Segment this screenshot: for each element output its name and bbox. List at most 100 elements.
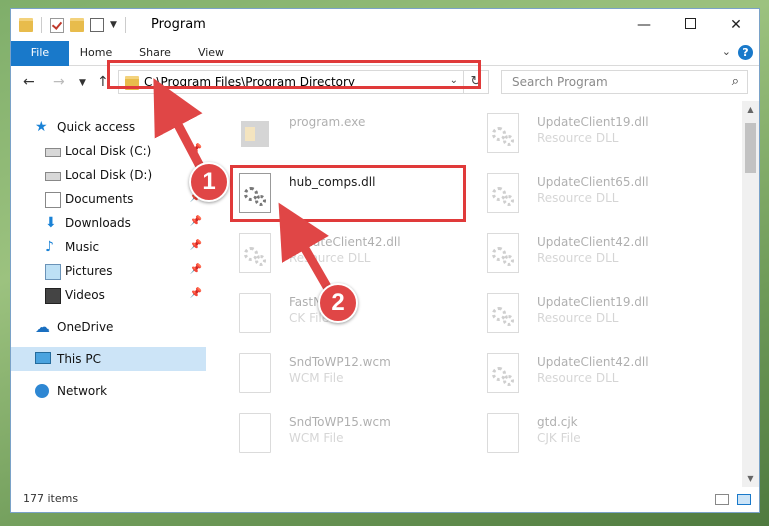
dll-icon — [487, 173, 519, 213]
file-type: Resource DLL — [289, 251, 371, 265]
maximize-icon — [684, 18, 696, 29]
toolbar-divider — [124, 17, 126, 33]
sidebar-item-label: Videos — [65, 288, 105, 302]
dll-icon — [239, 233, 271, 273]
sidebar-item-onedrive[interactable]: ☁ OneDrive — [11, 315, 206, 339]
address-bar-highlight — [107, 60, 481, 89]
videos-icon — [45, 288, 61, 304]
search-input[interactable]: Search Program ⌕ — [501, 70, 748, 94]
sidebar-item-label: Local Disk (D:) — [65, 168, 153, 182]
file-type: Resource DLL — [537, 131, 619, 145]
maximize-button[interactable] — [667, 9, 713, 41]
sidebar-item-label: Music — [65, 240, 100, 254]
scroll-down-icon[interactable]: ▼ — [742, 470, 759, 487]
file-name: program.exe — [289, 115, 366, 129]
sidebar-item-pictures[interactable]: Pictures 📌 — [11, 259, 206, 283]
file-icon — [239, 293, 271, 333]
file-type: WCM File — [289, 431, 344, 445]
network-icon — [35, 384, 49, 398]
file-item[interactable]: UpdateClient19.dll Resource DLL — [467, 109, 707, 165]
file-item[interactable]: SndToWP12.wcm WCM File — [219, 349, 459, 405]
toolbar-divider — [41, 17, 42, 33]
expand-ribbon-icon[interactable]: ⌄ — [722, 45, 731, 58]
file-list: program.exe UpdateClient19.dll Resource … — [219, 101, 739, 486]
item-count: 177 items — [23, 492, 79, 505]
drive-icon — [45, 148, 61, 157]
dll-icon — [487, 293, 519, 333]
file-item[interactable]: SndToWP15.wcm WCM File — [219, 409, 459, 465]
properties-check-icon[interactable] — [50, 17, 64, 33]
file-item[interactable]: UpdateClient42.dll Resource DLL — [467, 349, 707, 405]
sidebar-item-label: This PC — [57, 352, 101, 366]
file-item[interactable]: UpdateClient19.dll Resource DLL — [467, 289, 707, 345]
new-folder-icon[interactable] — [70, 18, 84, 32]
file-type: Resource DLL — [537, 311, 619, 325]
file-name: SndToWP12.wcm — [289, 355, 391, 369]
sidebar-item-documents[interactable]: Documents 📌 — [11, 187, 206, 211]
help-icon[interactable]: ? — [738, 45, 753, 60]
sidebar-item-this-pc[interactable]: This PC — [11, 347, 206, 371]
search-icon[interactable]: ⌕ — [732, 74, 739, 89]
music-icon: ♪ — [45, 239, 54, 255]
file-name: UpdateClient19.dll — [537, 295, 649, 309]
file-type: Resource DLL — [537, 251, 619, 265]
step-1-badge: 1 — [189, 162, 229, 202]
pin-icon[interactable]: 📌 — [190, 144, 202, 155]
close-button[interactable]: ✕ — [713, 9, 759, 41]
dll-icon — [487, 353, 519, 393]
file-item[interactable]: UpdateClient42.dll Resource DLL — [219, 229, 459, 285]
sidebar-item-videos[interactable]: Videos 📌 — [11, 283, 206, 307]
pin-icon[interactable]: 📌 — [190, 288, 202, 299]
file-name: gtd.cjk — [537, 415, 578, 429]
pin-icon[interactable]: 📌 — [190, 240, 202, 251]
sidebar-item-label: Pictures — [65, 264, 113, 278]
sidebar-item-label: Documents — [65, 192, 134, 206]
file-name: UpdateClient19.dll — [537, 115, 649, 129]
sidebar-item-quick-access[interactable]: ★ Quick access — [11, 115, 206, 139]
sidebar-item-label: Downloads — [65, 216, 131, 230]
quick-access-toolbar: ▼ — [19, 17, 128, 33]
back-arrow-icon[interactable]: ← — [23, 74, 35, 90]
downloads-icon: ⬇ — [45, 215, 57, 231]
exe-icon — [239, 113, 271, 153]
file-type: Resource DLL — [537, 371, 619, 385]
file-highlight — [230, 165, 466, 222]
dll-icon — [487, 113, 519, 153]
scroll-up-icon[interactable]: ▲ — [742, 101, 759, 118]
file-item[interactable]: UpdateClient65.dll Resource DLL — [467, 169, 707, 225]
drive-icon — [45, 172, 61, 181]
forward-arrow-icon[interactable]: → — [53, 74, 65, 90]
file-type: Resource DLL — [537, 191, 619, 205]
pin-icon[interactable]: 📌 — [190, 216, 202, 227]
file-type: WCM File — [289, 371, 344, 385]
pictures-icon — [45, 264, 61, 280]
scroll-thumb[interactable] — [745, 123, 756, 173]
sidebar-item-label: Local Disk (C:) — [65, 144, 152, 158]
file-type: CJK File — [537, 431, 581, 445]
minimize-button[interactable]: — — [621, 9, 667, 41]
sidebar-item-music[interactable]: ♪ Music 📌 — [11, 235, 206, 259]
sidebar-item-downloads[interactable]: ⬇ Downloads 📌 — [11, 211, 206, 235]
vertical-scrollbar[interactable]: ▲ ▼ — [742, 101, 759, 487]
file-item[interactable]: UpdateClient42.dll Resource DLL — [467, 229, 707, 285]
pin-icon[interactable]: 📌 — [190, 264, 202, 275]
file-icon — [239, 413, 271, 453]
file-name: UpdateClient42.dll — [537, 235, 649, 249]
file-item[interactable]: program.exe — [219, 109, 459, 165]
file-item[interactable]: gtd.cjk CJK File — [467, 409, 707, 465]
computer-icon — [35, 352, 51, 364]
large-icons-view-icon[interactable] — [737, 494, 751, 505]
sidebar-item-network[interactable]: Network — [11, 379, 206, 403]
sidebar-item-label: Quick access — [57, 120, 136, 134]
details-view-icon[interactable] — [715, 494, 729, 505]
file-name: UpdateClient42.dll — [537, 355, 649, 369]
file-name: UpdateClient42.dll — [289, 235, 401, 249]
recent-locations-chevron-icon[interactable]: ▼ — [79, 78, 86, 88]
chevron-down-icon[interactable]: ▼ — [110, 20, 117, 30]
sidebar-item-local-disk-d[interactable]: Local Disk (D:) 📌 — [11, 163, 206, 187]
file-name: UpdateClient65.dll — [537, 175, 649, 189]
documents-icon — [45, 192, 61, 208]
customize-toolbar-icon[interactable] — [90, 18, 104, 32]
sidebar-item-local-disk-c[interactable]: Local Disk (C:) 📌 — [11, 139, 206, 163]
step-2-badge: 2 — [318, 283, 358, 323]
